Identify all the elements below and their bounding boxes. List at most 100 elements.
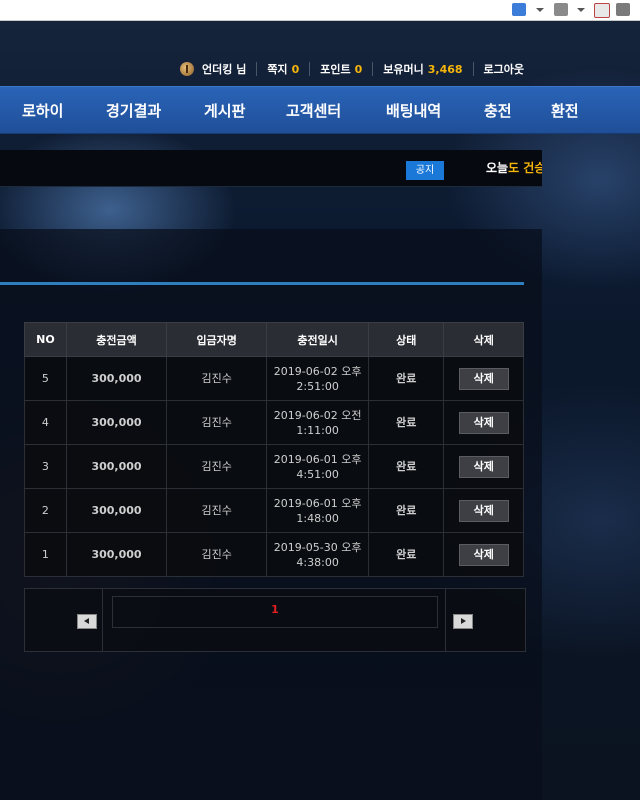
main-nav: 로하이 경기결과 게시판 고객센터 배팅내역 충전 환전 [0, 86, 640, 134]
cell-depositor: 김진수 [166, 532, 268, 577]
home-dropdown-icon[interactable] [536, 8, 544, 12]
rss-dropdown-icon[interactable] [577, 8, 585, 12]
divider [445, 589, 446, 651]
nav-item-deposit[interactable]: 충전 [484, 100, 512, 121]
notice-text-rest: 도 건승 [508, 161, 542, 175]
col-header-depositor: 입금자명 [166, 322, 268, 357]
cell-time: 1:48:00 [296, 511, 339, 525]
money-label: 보유머니 [383, 63, 424, 76]
cell-datetime: 2019-06-01 오후 4:51:00 [266, 444, 370, 489]
delete-button[interactable]: 삭제 [458, 411, 509, 434]
points-link[interactable]: 포인트 0 [320, 61, 362, 77]
cell-depositor: 김진수 [166, 356, 268, 401]
table-row: 2 300,000 김진수 2019-06-01 오후 1:48:00 완료 삭제 [24, 488, 524, 533]
cell-no: 5 [24, 356, 67, 401]
delete-button[interactable]: 삭제 [458, 367, 509, 390]
messages-count: 0 [291, 63, 300, 76]
cell-status: 완료 [368, 356, 445, 401]
cell-datetime: 2019-05-30 오후 4:38:00 [266, 532, 370, 577]
cell-time: 1:11:00 [296, 423, 339, 437]
cell-time: 2:51:00 [296, 379, 339, 393]
nav-item-lohigh[interactable]: 로하이 [22, 100, 63, 121]
cell-status: 완료 [368, 400, 445, 445]
user-info-bar: 언더킹 님 쪽지 0 포인트 0 보유머니 3,468 로그아웃 [180, 52, 536, 86]
cell-datetime: 2019-06-01 오후 1:48:00 [266, 488, 370, 533]
print-icon[interactable] [616, 3, 630, 16]
table-row: 1 300,000 김진수 2019-05-30 오후 4:38:00 완료 삭제 [24, 532, 524, 577]
cell-delete: 삭제 [443, 356, 524, 401]
mail-icon[interactable] [594, 3, 610, 18]
cell-time: 4:38:00 [296, 555, 339, 569]
cell-date: 2019-06-02 오전 [273, 408, 362, 422]
cell-no: 2 [24, 488, 67, 533]
divider [472, 62, 474, 76]
table-row: 4 300,000 김진수 2019-06-02 오전 1:11:00 완료 삭제 [24, 400, 524, 445]
cell-depositor: 김진수 [166, 400, 268, 445]
nav-item-withdraw[interactable]: 환전 [551, 100, 579, 121]
page-number-current[interactable]: 1 [113, 603, 437, 616]
cell-no: 1 [24, 532, 67, 577]
cell-amount: 300,000 [65, 444, 168, 489]
cell-time: 4:51:00 [296, 467, 339, 481]
page-list: 1 [112, 596, 438, 628]
cell-datetime: 2019-06-02 오후 2:51:00 [266, 356, 370, 401]
cell-no: 4 [24, 400, 67, 445]
section-divider [0, 282, 524, 285]
medal-icon [180, 62, 194, 76]
divider [372, 62, 374, 76]
cell-amount: 300,000 [65, 356, 168, 401]
username: 언더킹 님 [202, 63, 247, 76]
messages-label: 쪽지 [267, 63, 288, 76]
money-display: 보유머니 3,468 [383, 61, 462, 77]
cell-amount: 300,000 [65, 488, 168, 533]
notice-badge: 공지 [406, 161, 444, 180]
cell-delete: 삭제 [443, 400, 524, 445]
cell-date: 2019-05-30 오후 [273, 540, 362, 554]
cell-date: 2019-06-01 오후 [273, 496, 362, 510]
messages-link[interactable]: 쪽지 0 [267, 61, 299, 77]
rss-icon[interactable] [554, 3, 568, 16]
table-row: 5 300,000 김진수 2019-06-02 오후 2:51:00 완료 삭제 [24, 356, 524, 401]
notice-bar: 공지 오늘도 건승 [0, 150, 542, 187]
notice-ticker[interactable]: 오늘도 건승 [486, 159, 542, 176]
pagination: 1 [24, 588, 526, 652]
prev-page-icon[interactable] [77, 614, 97, 629]
notice-text-prefix: 오늘 [486, 161, 509, 175]
money-value: 3,468 [427, 63, 463, 76]
home-icon[interactable] [512, 3, 526, 16]
table-header-row: NO 충전금액 입금자명 충전일시 상태 삭제 [24, 322, 524, 357]
cell-date: 2019-06-02 오후 [273, 364, 362, 378]
nav-item-results[interactable]: 경기결과 [106, 100, 161, 121]
delete-button[interactable]: 삭제 [458, 543, 509, 566]
col-header-no: NO [24, 322, 67, 357]
divider [309, 62, 311, 76]
deposit-history-table: NO 충전금액 입금자명 충전일시 상태 삭제 5 300,000 김진수 20… [24, 322, 524, 577]
cell-delete: 삭제 [443, 532, 524, 577]
next-page-icon[interactable] [453, 614, 473, 629]
nav-item-board[interactable]: 게시판 [204, 100, 245, 121]
cell-datetime: 2019-06-02 오전 1:11:00 [266, 400, 370, 445]
points-value: 0 [354, 63, 363, 76]
divider [102, 589, 103, 651]
col-header-amount: 충전금액 [65, 322, 168, 357]
delete-button[interactable]: 삭제 [458, 499, 509, 522]
cell-status: 완료 [368, 444, 445, 489]
nav-item-bet-history[interactable]: 배팅내역 [386, 100, 441, 121]
col-header-status: 상태 [368, 322, 445, 357]
cell-depositor: 김진수 [166, 488, 268, 533]
cell-depositor: 김진수 [166, 444, 268, 489]
cell-delete: 삭제 [443, 444, 524, 489]
points-label: 포인트 [320, 63, 351, 76]
cell-status: 완료 [368, 488, 445, 533]
col-header-delete: 삭제 [443, 322, 524, 357]
cell-delete: 삭제 [443, 488, 524, 533]
logout-link[interactable]: 로그아웃 [484, 61, 524, 77]
cell-amount: 300,000 [65, 532, 168, 577]
table-row: 3 300,000 김진수 2019-06-01 오후 4:51:00 완료 삭제 [24, 444, 524, 489]
delete-button[interactable]: 삭제 [458, 455, 509, 478]
nav-item-support[interactable]: 고객센터 [286, 100, 341, 121]
cell-no: 3 [24, 444, 67, 489]
cell-date: 2019-06-01 오후 [273, 452, 362, 466]
cell-amount: 300,000 [65, 400, 168, 445]
divider [256, 62, 258, 76]
